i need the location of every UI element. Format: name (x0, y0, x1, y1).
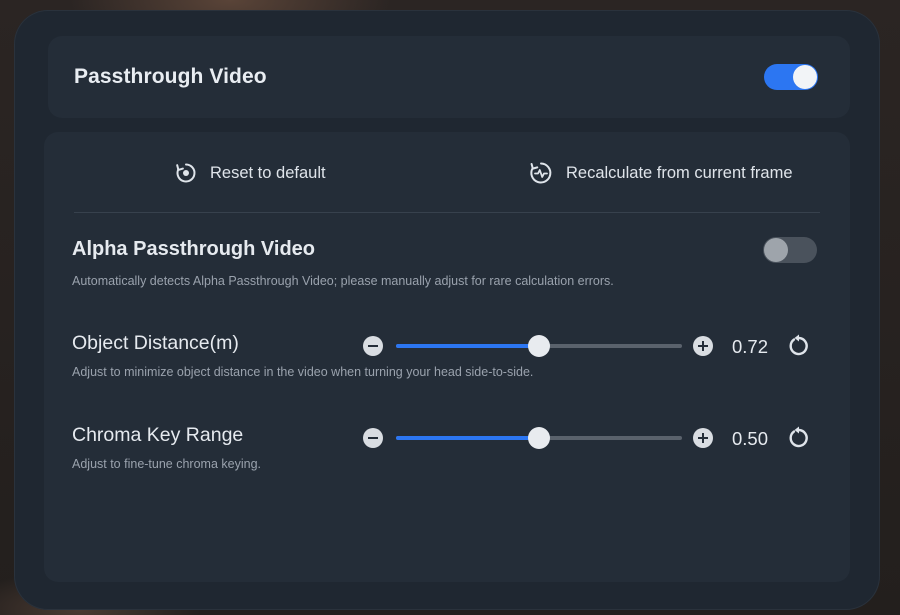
chroma-key-range-control: 0.50 (362, 423, 822, 453)
rotate-ccw-icon[interactable] (786, 425, 812, 451)
chroma-key-range-value: 0.50 (732, 428, 769, 449)
recalculate-label: Recalculate from current frame (566, 163, 793, 182)
reset-target-icon (176, 163, 196, 183)
alpha-passthrough-title: Alpha Passthrough Video (72, 238, 315, 260)
object-distance-title: Object Distance(m) (72, 332, 239, 354)
minus-circle-icon[interactable] (362, 335, 384, 357)
object-distance-value: 0.72 (732, 336, 769, 357)
recalculate-button[interactable]: Recalculate from current frame (528, 161, 793, 185)
passthrough-title: Passthrough Video (74, 65, 267, 88)
slider-fill (396, 344, 539, 348)
plus-circle-icon[interactable] (692, 427, 714, 449)
toggle-knob (764, 238, 788, 262)
section-divider (74, 212, 820, 213)
passthrough-card: Passthrough Video (48, 36, 850, 118)
alpha-passthrough-description: Automatically detects Alpha Passthrough … (72, 274, 614, 288)
pulse-refresh-icon (530, 162, 552, 184)
slider-fill (396, 436, 539, 440)
minus-circle-icon[interactable] (362, 427, 384, 449)
object-distance-description: Adjust to minimize object distance in th… (72, 365, 534, 379)
slider-thumb[interactable] (528, 427, 550, 449)
object-distance-slider[interactable] (396, 335, 682, 357)
reset-to-default-label: Reset to default (210, 163, 326, 182)
passthrough-settings-card: Reset to default Recalculate from curren… (44, 132, 850, 582)
reset-to-default-button[interactable]: Reset to default (174, 161, 326, 185)
chroma-key-range-title: Chroma Key Range (72, 424, 244, 446)
chroma-key-range-slider[interactable] (396, 427, 682, 449)
plus-circle-icon[interactable] (692, 335, 714, 357)
toggle-knob (793, 65, 817, 89)
slider-thumb[interactable] (528, 335, 550, 357)
settings-panel: Passthrough Video Reset to default Recal… (14, 10, 880, 610)
passthrough-toggle[interactable] (764, 64, 818, 90)
alpha-passthrough-toggle[interactable] (763, 237, 817, 263)
chroma-key-range-description: Adjust to fine-tune chroma keying. (72, 457, 261, 471)
rotate-ccw-icon[interactable] (786, 333, 812, 359)
object-distance-control: 0.72 (362, 331, 822, 361)
